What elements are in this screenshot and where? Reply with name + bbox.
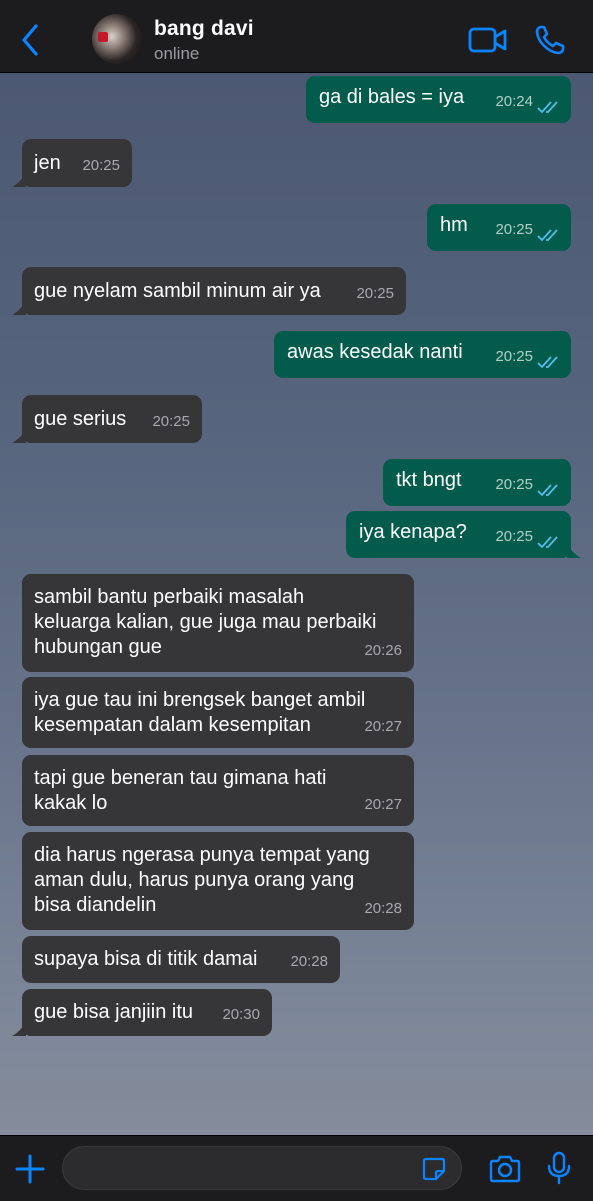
message-bubble-outgoing[interactable]: iya kenapa? 20:25 <box>346 511 581 558</box>
message-time: 20:24 <box>495 93 533 110</box>
message-text: gue serius <box>34 408 127 430</box>
read-receipt-icon <box>537 356 558 369</box>
message-time: 20:25 <box>356 285 394 302</box>
contact-name[interactable]: bang davi <box>154 17 254 41</box>
message-time: 20:25 <box>152 413 190 430</box>
message-time: 20:25 <box>495 348 533 365</box>
video-call-icon[interactable] <box>468 26 508 54</box>
message-text: jen <box>34 152 61 174</box>
message-bubble-outgoing[interactable]: ga di bales = iya 20:24 <box>306 76 571 123</box>
message-text-line: kesempatan dalam kesempitan <box>34 714 311 736</box>
message-bubble-outgoing[interactable]: awas kesedak nanti 20:25 <box>274 331 571 378</box>
read-receipt-icon <box>537 229 558 242</box>
contact-status: online <box>154 44 200 63</box>
chat-header: bang davi online <box>0 0 593 73</box>
message-text: awas kesedak nanti <box>287 341 463 363</box>
contact-avatar[interactable] <box>92 14 142 64</box>
read-receipt-icon <box>537 484 558 497</box>
microphone-icon[interactable] <box>546 1151 572 1185</box>
bubble-tail <box>12 301 26 315</box>
voice-call-icon[interactable] <box>534 24 566 56</box>
message-text-line: hubungan gue <box>34 636 162 658</box>
message-input[interactable] <box>62 1146 462 1190</box>
message-text-line: sambil bantu perbaiki masalah <box>34 586 305 608</box>
message-text: gue nyelam sambil minum air ya <box>34 280 321 302</box>
bubble-tail <box>12 173 26 187</box>
message-text-line: kakak lo <box>34 792 108 814</box>
message-text-line: aman dulu, harus punya orang yang <box>34 869 355 891</box>
message-text-line: dia harus ngerasa punya tempat yang <box>34 844 370 866</box>
sticker-icon[interactable] <box>421 1156 447 1182</box>
message-bubble-incoming[interactable]: tapi gue beneran tau gimana hati kakak l… <box>22 755 414 826</box>
camera-icon[interactable] <box>488 1154 522 1184</box>
message-bubble-incoming[interactable]: supaya bisa di titik damai 20:28 <box>22 936 340 983</box>
message-time: 20:25 <box>495 528 533 545</box>
message-text: ga di bales = iya <box>319 86 465 108</box>
message-bubble-incoming[interactable]: iya gue tau ini brengsek banget ambil ke… <box>22 677 414 748</box>
message-text: supaya bisa di titik damai <box>34 948 258 970</box>
message-text: gue bisa janjiin itu <box>34 1001 193 1023</box>
message-bubble-incoming[interactable]: jen 20:25 <box>12 139 132 187</box>
message-time: 20:26 <box>364 642 402 659</box>
message-time: 20:25 <box>495 476 533 493</box>
message-time: 20:27 <box>364 718 402 735</box>
message-time: 20:28 <box>364 900 402 917</box>
message-bubble-incoming[interactable]: sambil bantu perbaiki masalah keluarga k… <box>22 574 414 672</box>
message-bubble-incoming[interactable]: gue serius 20:25 <box>12 395 202 443</box>
message-bubble-incoming[interactable]: gue bisa janjiin itu 20:30 <box>12 989 272 1036</box>
read-receipt-icon <box>537 101 558 114</box>
message-text-line: tapi gue beneran tau gimana hati <box>34 767 327 789</box>
message-text: hm <box>440 214 468 236</box>
message-time: 20:30 <box>222 1006 260 1023</box>
message-time: 20:25 <box>82 157 120 174</box>
message-time: 20:27 <box>364 796 402 813</box>
message-bubble-incoming[interactable]: dia harus ngerasa punya tempat yang aman… <box>22 832 414 930</box>
composer-bar <box>0 1135 593 1201</box>
message-bubble-outgoing[interactable]: hm 20:25 <box>427 204 571 251</box>
message-text-line: iya gue tau ini brengsek banget ambil <box>34 689 366 711</box>
message-time: 20:28 <box>290 953 328 970</box>
message-text-line: bisa diandelin <box>34 894 157 916</box>
message-text: tkt bngt <box>396 469 462 491</box>
read-receipt-icon <box>537 536 558 549</box>
bubble-tail <box>12 429 26 443</box>
attach-plus-icon[interactable] <box>14 1153 46 1185</box>
message-bubble-incoming[interactable]: gue nyelam sambil minum air ya 20:25 <box>12 267 406 315</box>
message-text-line: keluarga kalian, gue juga mau perbaiki <box>34 611 377 633</box>
bubble-tail <box>12 1022 26 1036</box>
message-text: iya kenapa? <box>359 521 467 543</box>
message-bubble-outgoing[interactable]: tkt bngt 20:25 <box>383 459 571 506</box>
bubble-tail <box>567 544 581 558</box>
back-chevron-icon[interactable] <box>16 22 44 58</box>
message-time: 20:25 <box>495 221 533 238</box>
